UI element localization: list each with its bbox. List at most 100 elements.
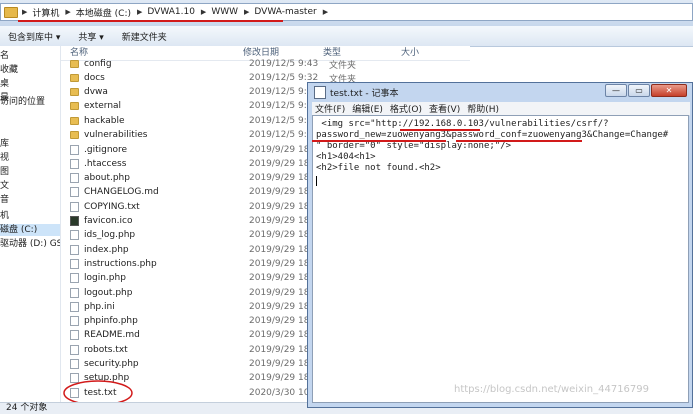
breadcrumb-www[interactable]: WWW (211, 7, 238, 17)
text-line: " border="0" style="display:none;"/> (316, 141, 512, 151)
column-size[interactable]: 大小 (401, 46, 441, 60)
nav-item[interactable]: 视 (0, 152, 9, 164)
file-icon (70, 359, 79, 369)
nav-item[interactable]: 文 (0, 180, 9, 192)
navigation-pane: 名 收藏 桌 最 访问的位置 库 视 图 文 音 机 磁盘 (C:) 驱动器 (… (0, 46, 61, 402)
menu-file[interactable]: 文件(F) (315, 102, 345, 115)
folder-icon (70, 131, 79, 139)
file-icon (70, 187, 79, 197)
chevron-right-icon[interactable]: ▶ (323, 8, 328, 16)
folder-icon (70, 88, 79, 96)
maximize-button[interactable]: ▭ (628, 84, 650, 97)
chevron-right-icon[interactable]: ▶ (244, 8, 249, 16)
nav-item[interactable]: 音 (0, 194, 9, 206)
folder-icon (70, 60, 79, 68)
chevron-right-icon[interactable]: ▶ (65, 8, 70, 16)
address-bar-area: ▶ 计算机 ▶ 本地磁盘 (C:) ▶ DVWA1.10 ▶ WWW ▶ DVW… (0, 0, 693, 27)
notepad-text-area[interactable]: <img src="http://192.168.0.103/vulnerabi… (312, 115, 689, 403)
list-item[interactable]: external 2019/12/5 9:32 (70, 99, 329, 113)
file-icon (70, 330, 79, 340)
list-item[interactable]: about.php 2019/9/29 18:44 (70, 171, 329, 185)
annotation-underline-address (18, 20, 283, 22)
list-item[interactable]: hackable 2019/12/5 9:32 (70, 114, 329, 128)
menu-help[interactable]: 帮助(H) (467, 102, 499, 115)
list-item[interactable]: robots.txt 2019/9/29 18:44 (70, 343, 329, 357)
notepad-title-bar[interactable]: test.txt - 记事本 — ▭ ✕ (308, 83, 692, 101)
nav-item-recent-places[interactable]: 访问的位置 (0, 96, 45, 108)
list-item[interactable]: README.md 2019/9/29 18:44 (70, 328, 329, 342)
list-item[interactable]: .gitignore 2019/9/29 18:44 (70, 143, 329, 157)
nav-item-computer[interactable]: 机 (0, 210, 9, 222)
list-item[interactable]: index.php 2019/9/29 18:44 (70, 243, 329, 257)
menu-edit[interactable]: 编辑(E) (352, 102, 383, 115)
file-icon (70, 316, 79, 326)
column-date[interactable]: 修改日期 (243, 46, 323, 60)
file-icon (70, 288, 79, 298)
chevron-right-icon[interactable]: ▶ (137, 8, 142, 16)
nav-item[interactable]: 桌 (0, 78, 9, 90)
file-icon (70, 230, 79, 240)
file-icon (70, 159, 79, 169)
menu-view[interactable]: 查看(V) (429, 102, 460, 115)
window-title: test.txt - 记事本 (330, 88, 399, 99)
list-item[interactable]: php.ini 2019/9/29 18:44 (70, 300, 329, 314)
list-item[interactable]: .htaccess 2019/9/29 18:44 (70, 157, 329, 171)
nav-item-drive-d[interactable]: 驱动器 (D:) GSI (0, 238, 60, 250)
file-icon (70, 173, 79, 183)
share-button[interactable]: 共享 ▾ (78, 30, 103, 43)
file-icon (70, 245, 79, 255)
file-icon (70, 202, 79, 212)
text-line: <h1>404<h1> (316, 152, 376, 162)
file-icon (70, 302, 79, 312)
annotation-underline-password-new (312, 140, 446, 142)
menu-format[interactable]: 格式(O) (390, 102, 422, 115)
notepad-window: test.txt - 记事本 — ▭ ✕ 文件(F) 编辑(E) 格式(O) 查… (307, 82, 693, 408)
breadcrumb-computer[interactable]: 计算机 (32, 6, 59, 19)
chevron-right-icon[interactable]: ▶ (201, 8, 206, 16)
minimize-button[interactable]: — (605, 84, 627, 97)
include-in-library-button[interactable]: 包含到库中 ▾ (8, 30, 60, 43)
list-item[interactable]: dvwa 2019/12/5 9:32 (70, 85, 329, 99)
nav-item[interactable]: 名 (0, 50, 9, 62)
nav-item-local-disk[interactable]: 磁盘 (C:) (0, 224, 60, 236)
nav-item[interactable]: 库 (0, 138, 9, 150)
new-folder-button[interactable]: 新建文件夹 (122, 30, 167, 43)
file-icon (70, 345, 79, 355)
list-item[interactable]: ids_log.php 2019/9/29 18:44 (70, 228, 329, 242)
command-toolbar: 包含到库中 ▾ 共享 ▾ 新建文件夹 (0, 26, 693, 47)
breadcrumb-local-disk[interactable]: 本地磁盘 (C:) (76, 6, 131, 19)
folder-icon (70, 117, 79, 125)
chevron-right-icon: ▶ (22, 8, 28, 16)
breadcrumb-dvwa110[interactable]: DVWA1.10 (147, 7, 195, 17)
folder-icon (70, 102, 79, 110)
breadcrumb-dvwa-master[interactable]: DVWA-master (254, 7, 316, 17)
list-item[interactable]: CHANGELOG.md 2019/9/29 18:44 (70, 185, 329, 199)
list-item[interactable]: phpinfo.php 2019/9/29 18:44 (70, 314, 329, 328)
column-type[interactable]: 类型 (323, 46, 401, 60)
notepad-icon (314, 85, 326, 99)
text-cursor (316, 176, 317, 186)
text-line: <h2>file not found.<h2> (316, 163, 441, 173)
list-item[interactable]: instructions.php 2019/9/29 18:44 (70, 257, 329, 271)
nav-item[interactable]: 图 (0, 166, 9, 178)
list-item[interactable]: favicon.ico 2019/9/29 18:44 (70, 214, 329, 228)
column-header: 名称 修改日期 类型 大小 (61, 46, 470, 61)
address-bar[interactable]: ▶ 计算机 ▶ 本地磁盘 (C:) ▶ DVWA1.10 ▶ WWW ▶ DVW… (0, 3, 693, 21)
list-item[interactable]: security.php 2019/9/29 18:44 (70, 357, 329, 371)
item-count: 24 个对象 (6, 403, 48, 413)
nav-item[interactable]: 收藏 (0, 64, 18, 76)
annotation-underline-password-conf (456, 140, 582, 142)
list-item[interactable]: vulnerabilities 2019/12/5 9:32 (70, 128, 329, 142)
annotation-underline-ip (400, 129, 480, 131)
list-item[interactable]: login.php 2019/9/29 18:44 (70, 271, 329, 285)
list-item[interactable]: COPYING.txt 2019/9/29 18:44 (70, 200, 329, 214)
file-icon (70, 259, 79, 269)
text-line: <img src="http://192.168.0.103/vulnerabi… (316, 119, 609, 129)
favicon-image-icon (70, 216, 79, 226)
list-item[interactable]: logout.php 2019/9/29 18:44 (70, 286, 329, 300)
column-name[interactable]: 名称 (70, 46, 243, 60)
watermark: https://blog.csdn.net/weixin_44716799 (454, 384, 650, 395)
close-button[interactable]: ✕ (651, 84, 687, 97)
file-icon (70, 145, 79, 155)
file-icon (70, 273, 79, 283)
